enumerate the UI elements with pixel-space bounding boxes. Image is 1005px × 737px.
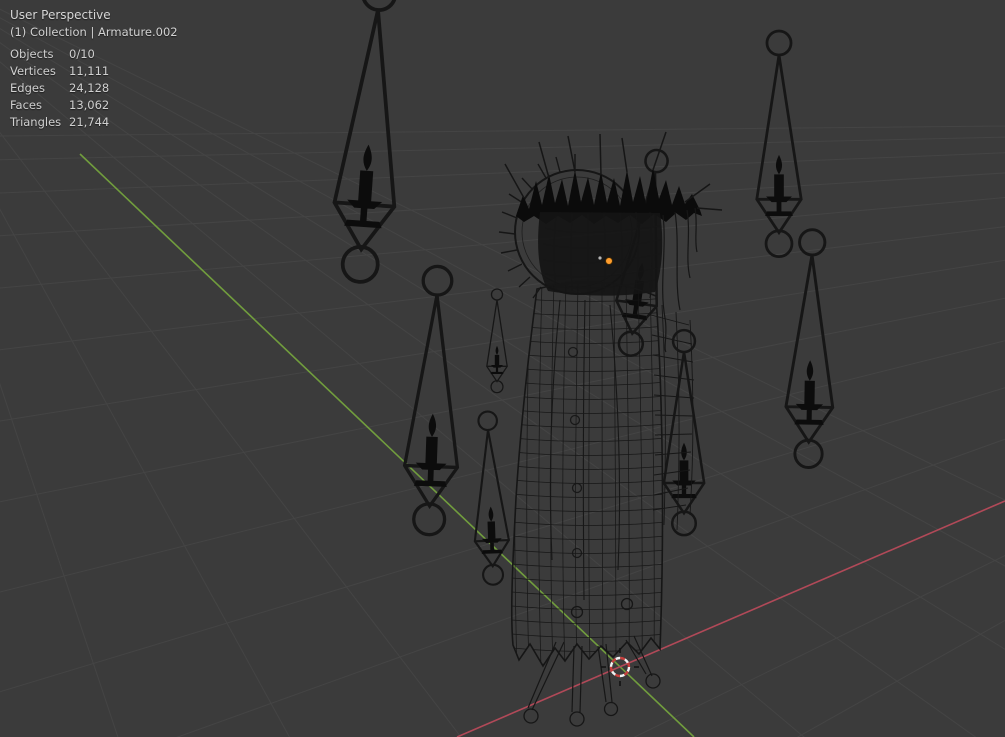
- object-origin-dot[interactable]: [605, 257, 613, 265]
- viewport-canvas[interactable]: [0, 0, 1005, 737]
- viewport-background: [0, 0, 1005, 737]
- secondary-origin-dot: [598, 256, 602, 260]
- blender-3d-viewport[interactable]: User Perspective (1) Collection | Armatu…: [0, 0, 1005, 737]
